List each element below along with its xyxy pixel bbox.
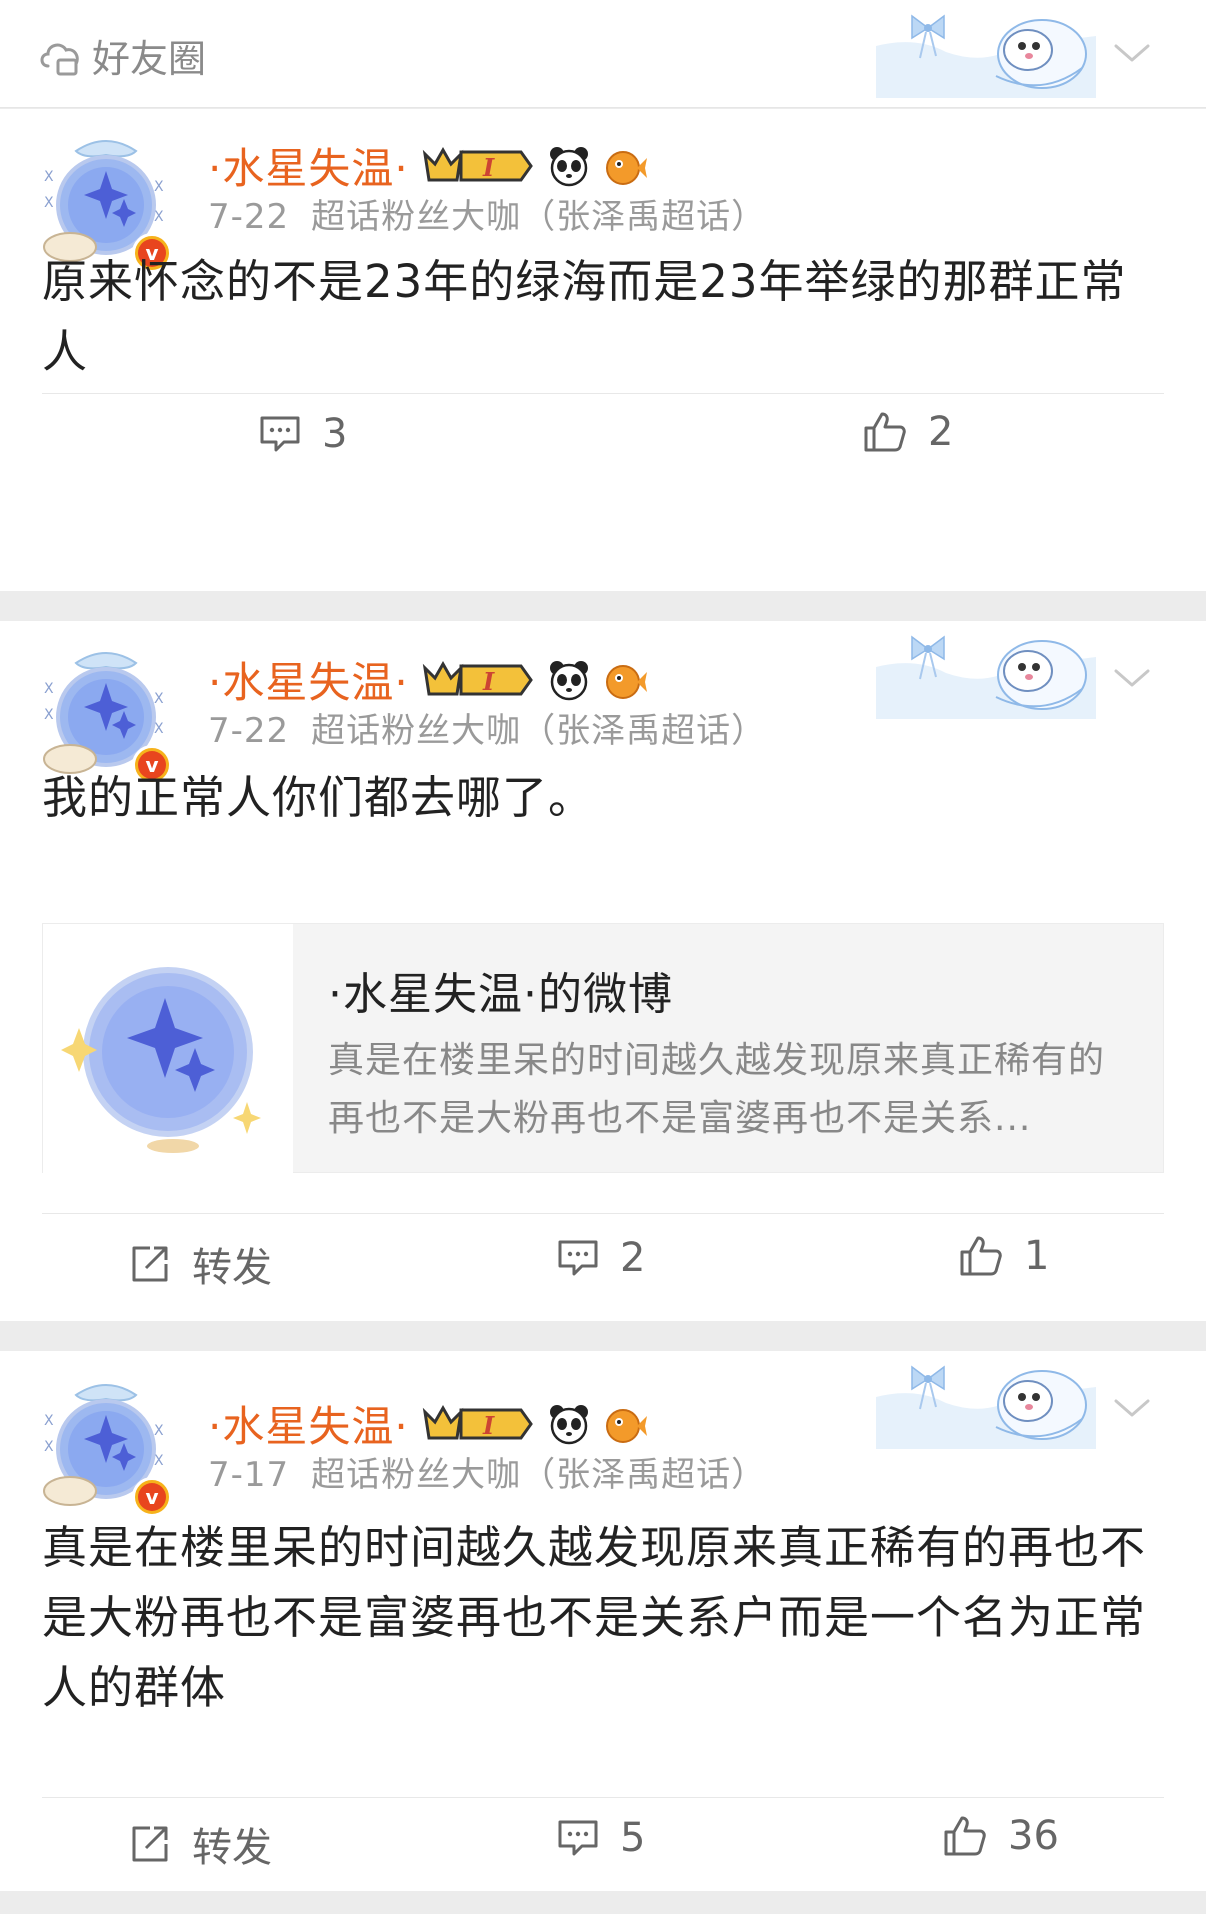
visibility-header: 好友圈 (0, 0, 1206, 108)
quoted-post-excerpt: 真是在楼里呆的时间越久越发现原来真正稀有的再也不是大粉再也不是富婆再也不是关系.… (328, 1040, 1106, 1139)
crown-level-badge-icon[interactable]: I (421, 144, 535, 188)
repost-icon (128, 1242, 172, 1286)
post-meta: 7-17 超话粉丝大咖（张泽禹超话） (208, 1447, 766, 1496)
level-badge-text: I (482, 667, 495, 696)
repost-icon (128, 1822, 172, 1866)
pufferfish-icon[interactable] (603, 658, 647, 702)
divider (42, 1213, 1164, 1214)
post-source[interactable]: 超话粉丝大咖（张泽禹超话） (311, 711, 766, 751)
avatar[interactable]: v (36, 1375, 176, 1517)
post-date: 7-22 (208, 711, 290, 751)
repost-label: 转发 (192, 1245, 272, 1291)
like-icon (942, 1814, 988, 1858)
like-button[interactable]: 2 (862, 409, 953, 455)
divider (42, 393, 1164, 394)
post-card: v ·水星失温· I 7-22 超话粉丝大咖（张泽禹超话） 我的正常人你们都去哪了… (0, 621, 1206, 1321)
verified-icon: v (132, 1477, 172, 1517)
quoted-post-thumbnail (43, 924, 293, 1174)
friends-circle-icon (40, 43, 79, 75)
comment-count: 5 (620, 1815, 646, 1861)
like-icon (862, 410, 908, 454)
comment-icon (556, 1238, 600, 1278)
like-button[interactable]: 1 (958, 1233, 1049, 1279)
panda-icon[interactable] (547, 658, 591, 702)
username[interactable]: ·水星失温· (208, 649, 409, 710)
pufferfish-icon[interactable] (603, 144, 647, 188)
repost-button[interactable]: 转发 (128, 1235, 272, 1293)
username[interactable]: ·水星失温· (208, 135, 409, 196)
comment-count: 2 (620, 1235, 646, 1281)
crown-level-badge-icon[interactable]: I (421, 658, 535, 702)
like-icon (958, 1234, 1004, 1278)
post-text: 原来怀念的不是23年的绿海而是23年举绿的那群正常人 (42, 255, 1127, 378)
post-text: 真是在楼里呆的时间越久越发现原来真正稀有的再也不是大粉再也不是富婆再也不是关系户… (42, 1521, 1147, 1714)
like-button[interactable]: 36 (942, 1813, 1059, 1859)
comment-count: 3 (322, 411, 348, 457)
username[interactable]: ·水星失温· (208, 1393, 409, 1454)
post-meta: 7-22 超话粉丝大咖（张泽禹超话） (208, 703, 766, 752)
avatar[interactable]: v (36, 643, 176, 785)
chevron-down-icon[interactable] (1110, 38, 1154, 68)
pufferfish-icon[interactable] (603, 1402, 647, 1446)
post-card: v ·水星失温· I 7-17 超话粉丝大咖（张泽禹超话） 真是在楼里呆的时间越久… (0, 1351, 1206, 1891)
post-text: 我的正常人你们都去哪了。 (42, 771, 595, 824)
comment-button[interactable]: 5 (556, 1815, 645, 1861)
card-decoration-image (876, 1357, 1096, 1449)
post-source[interactable]: 超话粉丝大咖（张泽禹超话） (311, 197, 766, 237)
chevron-down-icon[interactable] (1110, 663, 1154, 693)
comment-button[interactable]: 2 (556, 1235, 645, 1281)
like-count: 2 (928, 409, 954, 455)
comment-icon (258, 414, 302, 454)
divider (42, 1797, 1164, 1798)
like-count: 36 (1008, 1813, 1059, 1859)
panda-icon[interactable] (547, 1402, 591, 1446)
chevron-down-icon[interactable] (1110, 1393, 1154, 1423)
post-source[interactable]: 超话粉丝大咖（张泽禹超话） (311, 1455, 766, 1495)
level-badge-text: I (482, 153, 495, 182)
post-meta: 7-22 超话粉丝大咖（张泽禹超话） (208, 189, 766, 238)
quoted-post[interactable]: ·水星失温·的微博 真是在楼里呆的时间越久越发现原来真正稀有的再也不是大粉再也不… (42, 923, 1164, 1174)
card-decoration-image (876, 6, 1096, 98)
panda-icon[interactable] (547, 144, 591, 188)
comment-button[interactable]: 3 (258, 411, 347, 457)
post-date: 7-17 (208, 1455, 290, 1495)
visibility-label: 好友圈 (92, 37, 207, 81)
like-count: 1 (1024, 1233, 1050, 1279)
comment-icon (556, 1818, 600, 1858)
level-badge-text: I (482, 1411, 495, 1440)
visibility-indicator[interactable]: 好友圈 (38, 28, 206, 83)
post-date: 7-22 (208, 197, 290, 237)
repost-button[interactable]: 转发 (128, 1815, 272, 1873)
card-decoration-image (876, 627, 1096, 719)
post-card: v ·水星失温· I 7-22 超话粉丝大咖（张泽禹超话） 原来怀念的不是23年的… (0, 109, 1206, 591)
repost-label: 转发 (192, 1825, 272, 1871)
quoted-post-title: ·水星失温·的微博 (328, 969, 673, 1020)
crown-level-badge-icon[interactable]: I (421, 1402, 535, 1446)
